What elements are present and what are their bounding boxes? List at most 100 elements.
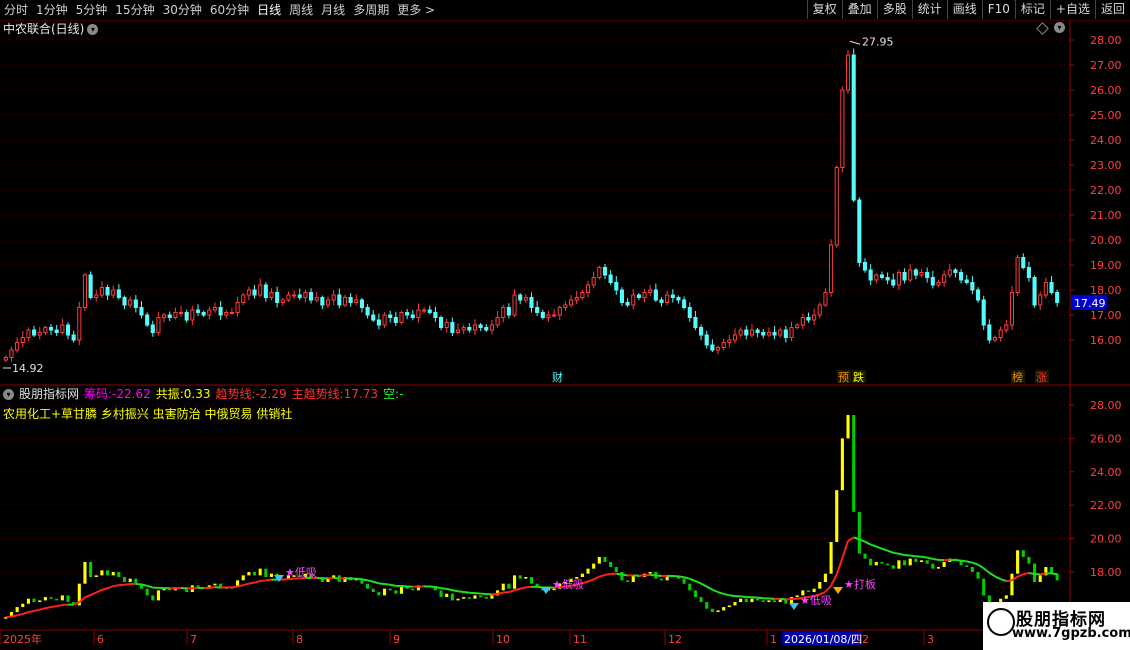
indicator-bar (931, 563, 935, 569)
indicator-bar (145, 588, 149, 596)
event-marker: 财 (552, 370, 563, 384)
trend-line-segment (729, 594, 736, 598)
trend-line-segment (689, 577, 696, 582)
candle-body (1038, 294, 1043, 306)
settings-icon[interactable]: ▾ (1054, 22, 1065, 33)
indicator-bar (32, 598, 36, 603)
candle-body (557, 307, 562, 316)
candle-body (1043, 282, 1048, 296)
candle-body (868, 269, 873, 281)
x-axis-label: 12 (668, 633, 682, 646)
candle-body (99, 287, 104, 296)
indicator-bar (965, 565, 969, 567)
trend-line-segment (378, 582, 385, 586)
indicator-bar (880, 561, 884, 564)
candle-body (365, 307, 370, 316)
candle-body (789, 327, 794, 338)
trend-line-segment (11, 614, 18, 618)
indicator-bar (914, 558, 918, 562)
indicator-bar (818, 582, 822, 589)
indicator-bar (156, 590, 160, 601)
chart-canvas[interactable]: 28.00 27.00 26.00 25.00 24.00 23.00 22.00 21.00… (0, 0, 1130, 650)
candle-body (263, 284, 268, 298)
candle-body (218, 307, 223, 316)
trend-line-segment (864, 540, 872, 546)
trend-line-segment (835, 557, 844, 575)
watermark-logo-icon (987, 608, 1015, 636)
indicator-bar (399, 587, 404, 594)
x-axis-label: 1 (770, 633, 777, 646)
trend-line-segment (497, 591, 504, 595)
candle-body (563, 304, 568, 308)
candle-body (812, 314, 817, 321)
candle-body (3, 357, 8, 361)
trend-line-segment (994, 575, 1002, 581)
candle-body (229, 312, 234, 314)
candle-body (71, 334, 76, 341)
candle-body (755, 329, 760, 333)
event-marker: 预 (838, 371, 849, 384)
trend-line-segment (621, 573, 628, 577)
max-price-label: 27.95 (862, 35, 894, 48)
ind-tick-label: 26.00 (1090, 432, 1122, 445)
trend-line-segment (972, 561, 979, 566)
candle-body (778, 329, 783, 336)
indicator-bar (982, 578, 986, 596)
trend-line-segment (587, 578, 595, 583)
candle-body (896, 272, 901, 286)
kong-label: 空: (383, 387, 400, 401)
stock-title: 中农联合(日线) (3, 22, 85, 36)
trend-line-segment (50, 605, 57, 609)
indicator-bar (1016, 550, 1020, 574)
chouma-value: -22.62 (112, 387, 151, 401)
candle-body (851, 54, 856, 201)
candle-body (15, 342, 20, 351)
trend-line-segment (887, 549, 894, 554)
candle-body (795, 324, 800, 328)
indicator-bar (586, 568, 590, 574)
trend-line-segment (695, 580, 702, 585)
indicator-bar (592, 563, 596, 569)
candle-body (303, 292, 308, 298)
trend-line-segment (146, 584, 154, 589)
candle-body (461, 327, 466, 331)
candle-body (891, 279, 896, 286)
x-axis-label: 2 (862, 633, 869, 646)
trend-line-segment (841, 540, 849, 559)
main-tick-label: 23.00 (1090, 159, 1122, 172)
min-price-label: 14.92 (12, 362, 44, 375)
indicator-bar (264, 568, 268, 578)
indicator-bar (750, 598, 754, 603)
gongzhen-label: 共振: (155, 387, 184, 401)
trend-line-segment (265, 578, 272, 582)
indicator-bar (891, 565, 895, 569)
trend-line-segment (847, 536, 855, 542)
candle-body (388, 314, 393, 318)
candle-body (732, 334, 738, 341)
main-tick-label: 26.00 (1090, 84, 1122, 97)
candle-body (184, 312, 189, 321)
indicator-menu-icon[interactable]: ▾ (3, 388, 14, 400)
candle-body (342, 297, 348, 306)
candle-body (670, 294, 675, 298)
candle-body (574, 297, 579, 301)
trend-line-segment (39, 607, 46, 611)
indicator-bar (518, 575, 522, 579)
indicator-name[interactable]: 股朋指标网 (19, 386, 79, 402)
trend-line-segment (446, 587, 453, 592)
candle-body (744, 329, 749, 336)
indicator-bar (38, 600, 42, 603)
dropdown-chevron-icon[interactable]: ▾ (87, 23, 99, 35)
candle-body (105, 287, 110, 296)
candle-body (376, 319, 381, 326)
indicator-bar (970, 566, 974, 572)
indicator-bar (213, 583, 217, 586)
indicator-bar (100, 570, 104, 576)
candle-body (619, 289, 624, 303)
signal-label: ★低吸 (285, 566, 317, 579)
trend-line-segment (435, 586, 442, 590)
indicator-bar (925, 560, 929, 564)
candle-body (60, 324, 65, 333)
indicator-bar (128, 578, 132, 583)
indicator-bar (15, 607, 19, 613)
